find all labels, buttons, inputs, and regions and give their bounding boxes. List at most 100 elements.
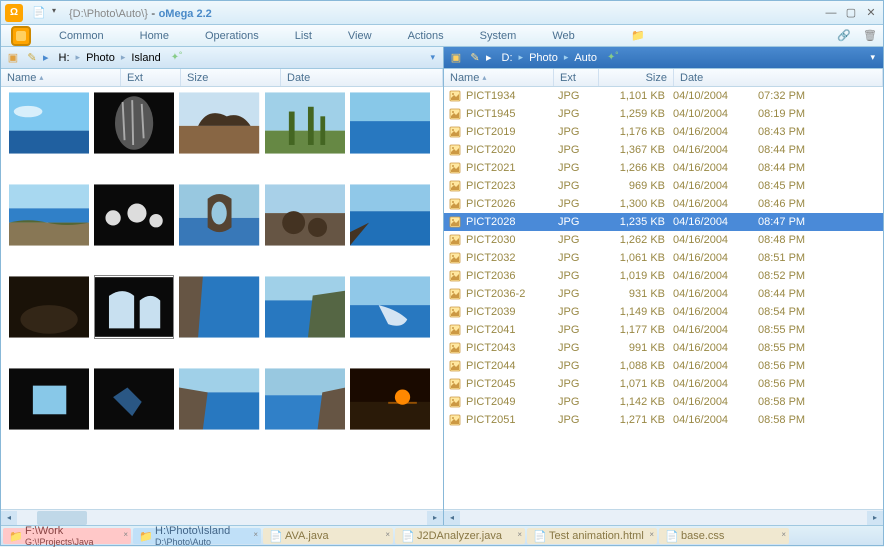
scroll-right-icon[interactable]: ▸ bbox=[427, 511, 443, 525]
col-size[interactable]: Size bbox=[599, 69, 674, 86]
menu-view[interactable]: View bbox=[330, 30, 390, 42]
status-tab[interactable]: 📄Test animation.html× bbox=[527, 528, 657, 544]
trash-icon[interactable]: 🗑 bbox=[861, 28, 879, 44]
app-icon[interactable] bbox=[1, 25, 41, 47]
close-tab-icon[interactable]: × bbox=[517, 530, 522, 539]
file-row[interactable]: PICT2041JPG1,177 KB04/16/200408:55 PM bbox=[444, 321, 883, 339]
thumbnail[interactable] bbox=[265, 367, 345, 431]
file-row[interactable]: PICT2049JPG1,142 KB04/16/200408:58 PM bbox=[444, 393, 883, 411]
menu-common[interactable]: Common bbox=[41, 30, 122, 42]
path-drive[interactable]: D: bbox=[496, 52, 519, 64]
thumbnail[interactable] bbox=[94, 275, 174, 339]
col-name[interactable]: Name bbox=[1, 69, 121, 86]
file-row[interactable]: PICT2021JPG1,266 KB04/16/200408:44 PM bbox=[444, 159, 883, 177]
nav-arrow-icon[interactable]: ▸ bbox=[486, 51, 492, 64]
file-row[interactable]: PICT2043JPG991 KB04/16/200408:55 PM bbox=[444, 339, 883, 357]
thumbnail[interactable] bbox=[179, 367, 259, 431]
menu-web[interactable]: Web bbox=[534, 30, 592, 42]
col-ext[interactable]: Ext bbox=[121, 69, 181, 86]
close-button[interactable]: ✕ bbox=[863, 6, 879, 20]
thumbnail[interactable] bbox=[94, 183, 174, 247]
thumbnail[interactable] bbox=[265, 275, 345, 339]
file-row[interactable]: PICT2032JPG1,061 KB04/16/200408:51 PM bbox=[444, 249, 883, 267]
edit-icon[interactable]: ✎ bbox=[24, 50, 40, 66]
file-row[interactable]: PICT2023JPG969 KB04/16/200408:45 PM bbox=[444, 177, 883, 195]
scroll-left-icon[interactable]: ◂ bbox=[444, 511, 460, 525]
file-row[interactable]: PICT1945JPG1,259 KB04/10/200408:19 PM bbox=[444, 105, 883, 123]
menu-home[interactable]: Home bbox=[122, 30, 187, 42]
status-tab[interactable]: 📄base.css× bbox=[659, 528, 789, 544]
col-ext[interactable]: Ext bbox=[554, 69, 599, 86]
path-seg[interactable]: Island bbox=[125, 52, 166, 64]
thumbnail[interactable] bbox=[265, 91, 345, 155]
path-seg[interactable]: Photo bbox=[523, 52, 564, 64]
scroll-right-icon[interactable]: ▸ bbox=[867, 511, 883, 525]
file-time: 08:48 PM bbox=[758, 234, 879, 246]
file-row[interactable]: PICT2036JPG1,019 KB04/16/200408:52 PM bbox=[444, 267, 883, 285]
file-row[interactable]: PICT2036-2JPG931 KB04/16/200408:44 PM bbox=[444, 285, 883, 303]
close-tab-icon[interactable]: × bbox=[253, 530, 258, 539]
file-row[interactable]: PICT2026JPG1,300 KB04/16/200408:46 PM bbox=[444, 195, 883, 213]
close-tab-icon[interactable]: × bbox=[781, 530, 786, 539]
thumbnail[interactable] bbox=[94, 367, 174, 431]
menu-list[interactable]: List bbox=[277, 30, 330, 42]
left-thumbnail-grid[interactable] bbox=[1, 87, 443, 509]
thumbnail[interactable] bbox=[350, 367, 430, 431]
close-tab-icon[interactable]: × bbox=[649, 530, 654, 539]
path-dropdown-icon[interactable]: ▾ bbox=[426, 52, 439, 63]
thumbnail[interactable] bbox=[9, 275, 89, 339]
thumbnail[interactable] bbox=[265, 183, 345, 247]
thumbnail[interactable] bbox=[179, 183, 259, 247]
nav-arrow-icon[interactable]: ▸ bbox=[43, 51, 49, 64]
close-tab-icon[interactable]: × bbox=[385, 530, 390, 539]
file-row[interactable]: PICT2051JPG1,271 KB04/16/200408:58 PM bbox=[444, 411, 883, 429]
scroll-thumb[interactable] bbox=[37, 511, 87, 525]
thumbnail[interactable] bbox=[94, 91, 174, 155]
file-row[interactable]: PICT2045JPG1,071 KB04/16/200408:56 PM bbox=[444, 375, 883, 393]
right-pathbar[interactable]: ▣ ✎ ▸ D: ▸ Photo ▸ Auto ✦˚ ▾ bbox=[444, 47, 883, 69]
minimize-button[interactable]: — bbox=[823, 6, 839, 20]
col-size[interactable]: Size bbox=[181, 69, 281, 86]
edit-icon[interactable]: ✎ bbox=[467, 50, 483, 66]
history-back-icon[interactable]: 📄 bbox=[32, 6, 46, 20]
menu-operations[interactable]: Operations bbox=[187, 30, 277, 42]
file-row[interactable]: PICT2019JPG1,176 KB04/16/200408:43 PM bbox=[444, 123, 883, 141]
status-tab[interactable]: 📄AVA.java× bbox=[263, 528, 393, 544]
thumbnail[interactable] bbox=[179, 91, 259, 155]
file-row[interactable]: PICT2028JPG1,235 KB04/16/200408:47 PM bbox=[444, 213, 883, 231]
thumbnail[interactable] bbox=[9, 91, 89, 155]
file-row[interactable]: PICT2030JPG1,262 KB04/16/200408:48 PM bbox=[444, 231, 883, 249]
thumbnail[interactable] bbox=[179, 275, 259, 339]
path-seg[interactable]: Auto bbox=[568, 52, 603, 64]
col-name[interactable]: Name bbox=[444, 69, 554, 86]
left-scrollbar[interactable]: ◂ ▸ bbox=[1, 509, 443, 525]
col-date[interactable]: Date bbox=[281, 69, 443, 86]
path-seg[interactable]: Photo bbox=[80, 52, 121, 64]
close-tab-icon[interactable]: × bbox=[123, 530, 128, 539]
col-date[interactable]: Date bbox=[674, 69, 883, 86]
right-file-list[interactable]: PICT1934JPG1,101 KB04/10/200407:32 PMPIC… bbox=[444, 87, 883, 509]
link-icon[interactable]: 🔗 bbox=[835, 28, 853, 44]
path-drive[interactable]: H: bbox=[53, 52, 76, 64]
thumbnail[interactable] bbox=[350, 91, 430, 155]
left-pathbar[interactable]: ▣ ✎ ▸ H: ▸ Photo ▸ Island ✦˚ ▾ bbox=[1, 47, 443, 69]
right-scrollbar[interactable]: ◂ ▸ bbox=[444, 509, 883, 525]
menu-actions[interactable]: Actions bbox=[390, 30, 462, 42]
file-row[interactable]: PICT2020JPG1,367 KB04/16/200408:44 PM bbox=[444, 141, 883, 159]
status-tab[interactable]: 📁F:\WorkG:\!Projects\Java× bbox=[3, 528, 131, 544]
file-row[interactable]: PICT2044JPG1,088 KB04/16/200408:56 PM bbox=[444, 357, 883, 375]
thumbnail[interactable] bbox=[9, 183, 89, 247]
scroll-left-icon[interactable]: ◂ bbox=[1, 511, 17, 525]
status-tab[interactable]: 📄J2DAnalyzer.java× bbox=[395, 528, 525, 544]
file-row[interactable]: PICT1934JPG1,101 KB04/10/200407:32 PM bbox=[444, 87, 883, 105]
history-dropdown-icon[interactable]: ▾ bbox=[52, 6, 66, 20]
thumbnail[interactable] bbox=[9, 367, 89, 431]
maximize-button[interactable]: ▢ bbox=[843, 6, 859, 20]
path-dropdown-icon[interactable]: ▾ bbox=[866, 52, 879, 63]
status-tab[interactable]: 📁H:\Photo\IslandD:\Photo\Auto× bbox=[133, 528, 261, 544]
thumbnail[interactable] bbox=[350, 183, 430, 247]
menu-system[interactable]: System bbox=[462, 30, 535, 42]
new-folder-icon[interactable]: 📁 bbox=[629, 28, 647, 44]
thumbnail[interactable] bbox=[350, 275, 430, 339]
file-row[interactable]: PICT2039JPG1,149 KB04/16/200408:54 PM bbox=[444, 303, 883, 321]
